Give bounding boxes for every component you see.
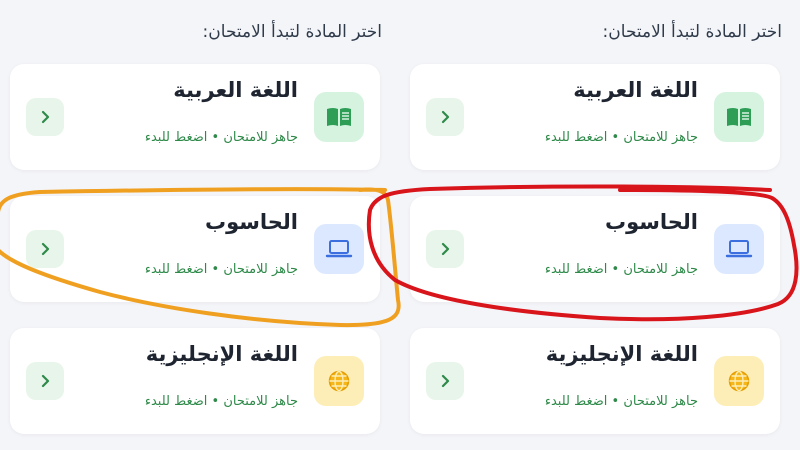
subject-status: جاهز للامتحان • اضغط للبدء (144, 394, 298, 409)
chevron-right-icon[interactable] (26, 98, 64, 136)
subject-card-english[interactable]: اللغة الإنجليزية جاهز للامتحان • اضغط لل… (10, 328, 380, 434)
subject-card-computer[interactable]: الحاسوب جاهز للامتحان • اضغط للبدء (410, 196, 780, 302)
subject-title: الحاسوب (604, 210, 698, 234)
globe-icon (714, 356, 764, 406)
subject-status: جاهز للامتحان • اضغط للبدء (544, 394, 698, 409)
subject-title: اللغة الإنجليزية (545, 342, 698, 366)
subject-title: اللغة الإنجليزية (145, 342, 298, 366)
subject-status: جاهز للامتحان • اضغط للبدء (544, 262, 698, 277)
panel-heading: اختر المادة لتبدأ الامتحان: (202, 22, 382, 42)
book-icon (714, 92, 764, 142)
subject-card-computer[interactable]: الحاسوب جاهز للامتحان • اضغط للبدء (10, 196, 380, 302)
chevron-right-icon[interactable] (26, 362, 64, 400)
subject-status: جاهز للامتحان • اضغط للبدء (144, 262, 298, 277)
subject-card-arabic[interactable]: اللغة العربية جاهز للامتحان • اضغط للبدء (10, 64, 380, 170)
subject-status: جاهز للامتحان • اضغط للبدء (544, 130, 698, 145)
laptop-icon (314, 224, 364, 274)
chevron-right-icon[interactable] (26, 230, 64, 268)
subject-title: الحاسوب (204, 210, 298, 234)
book-icon (314, 92, 364, 142)
chevron-right-icon[interactable] (426, 230, 464, 268)
chevron-right-icon[interactable] (426, 362, 464, 400)
chevron-right-icon[interactable] (426, 98, 464, 136)
subject-card-english[interactable]: اللغة الإنجليزية جاهز للامتحان • اضغط لل… (410, 328, 780, 434)
subject-status: جاهز للامتحان • اضغط للبدء (144, 130, 298, 145)
panel-heading: اختر المادة لتبدأ الامتحان: (602, 22, 782, 42)
globe-icon (314, 356, 364, 406)
subject-title: اللغة العربية (573, 78, 698, 102)
laptop-icon (714, 224, 764, 274)
subject-card-arabic[interactable]: اللغة العربية جاهز للامتحان • اضغط للبدء (410, 64, 780, 170)
subject-title: اللغة العربية (173, 78, 298, 102)
